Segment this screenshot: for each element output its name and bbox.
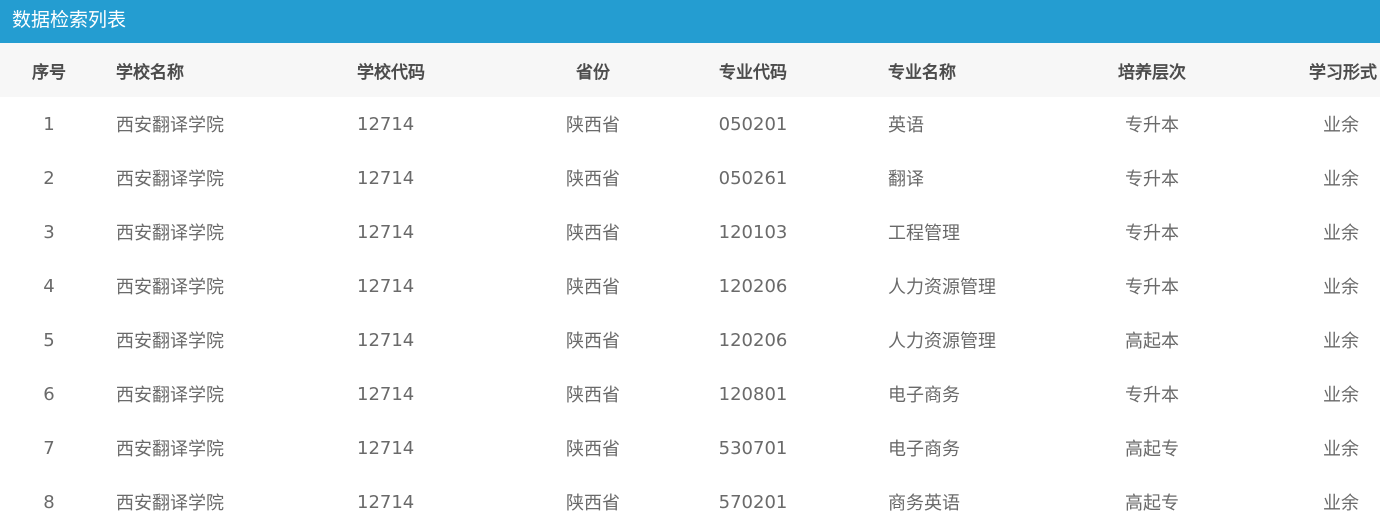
panel-header: 数据检索列表: [0, 0, 1380, 43]
cell-major-name: 翻译: [888, 169, 924, 190]
table-row: 8 西安翻译学院 12714 陕西省 570201 商务英语 高起专 业余: [0, 475, 1380, 526]
cell-study-mode: 业余: [1323, 169, 1359, 190]
cell-index: 8: [43, 491, 55, 513]
table-row: 4 西安翻译学院 12714 陕西省 120206 人力资源管理 专升本 业余: [0, 259, 1380, 313]
cell-training-level: 专升本: [1125, 115, 1179, 136]
column-header-training-level: 培养层次: [1079, 43, 1225, 97]
cell-index: 2: [43, 167, 55, 189]
cell-major-code: 120206: [718, 329, 788, 351]
cell-major-name: 商务英语: [888, 493, 960, 514]
cell-major-name: 电子商务: [888, 439, 960, 460]
table-row: 3 西安翻译学院 12714 陕西省 120103 工程管理 专升本 业余: [0, 205, 1380, 259]
cell-index: 7: [43, 437, 55, 459]
column-header-school-code: 学校代码: [338, 43, 518, 97]
cell-province: 陕西省: [566, 277, 620, 298]
cell-school-name: 西安翻译学院: [116, 169, 224, 190]
cell-major-name: 人力资源管理: [888, 277, 996, 298]
table-row: 6 西安翻译学院 12714 陕西省 120801 电子商务 专升本 业余: [0, 367, 1380, 421]
cell-school-name: 西安翻译学院: [116, 439, 224, 460]
cell-major-code: 050261: [718, 167, 788, 189]
table-row: 2 西安翻译学院 12714 陕西省 050261 翻译 专升本 业余: [0, 151, 1380, 205]
cell-training-level: 专升本: [1125, 169, 1179, 190]
cell-index: 6: [43, 383, 55, 405]
results-table: 序号 学校名称 学校代码 省份 专业代码 专业名称 培养层次 学习形式 1 西安…: [0, 43, 1380, 526]
cell-school-name: 西安翻译学院: [116, 385, 224, 406]
cell-school-name: 西安翻译学院: [116, 277, 224, 298]
cell-major-code: 120206: [718, 275, 788, 297]
cell-school-code: 12714: [357, 275, 415, 297]
cell-school-code: 12714: [357, 329, 415, 351]
cell-study-mode: 业余: [1323, 385, 1359, 406]
cell-study-mode: 业余: [1323, 223, 1359, 244]
cell-province: 陕西省: [566, 331, 620, 352]
cell-training-level: 专升本: [1125, 277, 1179, 298]
cell-major-name: 工程管理: [888, 223, 960, 244]
cell-province: 陕西省: [566, 385, 620, 406]
cell-study-mode: 业余: [1323, 115, 1359, 136]
table-row: 1 西安翻译学院 12714 陕西省 050201 英语 专升本 业余: [0, 97, 1380, 151]
table-header-row: 序号 学校名称 学校代码 省份 专业代码 专业名称 培养层次 学习形式: [0, 43, 1380, 97]
cell-major-code: 120103: [718, 221, 788, 243]
cell-study-mode: 业余: [1323, 493, 1359, 514]
panel-title: 数据检索列表: [12, 9, 127, 31]
column-header-major-code: 专业代码: [668, 43, 838, 97]
table-row: 5 西安翻译学院 12714 陕西省 120206 人力资源管理 高起本 业余: [0, 313, 1380, 367]
cell-major-name: 人力资源管理: [888, 331, 996, 352]
cell-major-name: 电子商务: [888, 385, 960, 406]
cell-major-code: 120801: [718, 383, 788, 405]
column-header-index: 序号: [0, 43, 98, 97]
cell-school-code: 12714: [357, 113, 415, 135]
cell-training-level: 高起本: [1125, 331, 1179, 352]
cell-province: 陕西省: [566, 223, 620, 244]
table-row: 7 西安翻译学院 12714 陕西省 530701 电子商务 高起专 业余: [0, 421, 1380, 475]
column-header-province: 省份: [518, 43, 668, 97]
cell-province: 陕西省: [566, 115, 620, 136]
cell-major-code: 530701: [718, 437, 788, 459]
cell-study-mode: 业余: [1323, 331, 1359, 352]
cell-index: 4: [43, 275, 55, 297]
cell-province: 陕西省: [566, 169, 620, 190]
cell-study-mode: 业余: [1323, 277, 1359, 298]
cell-province: 陕西省: [566, 493, 620, 514]
cell-major-code: 050201: [718, 113, 788, 135]
column-header-study-mode: 学习形式: [1225, 43, 1380, 97]
column-header-school-name: 学校名称: [98, 43, 338, 97]
cell-school-code: 12714: [357, 437, 415, 459]
cell-index: 5: [43, 329, 55, 351]
cell-school-name: 西安翻译学院: [116, 115, 224, 136]
cell-major-code: 570201: [718, 491, 788, 513]
cell-school-code: 12714: [357, 221, 415, 243]
cell-training-level: 专升本: [1125, 385, 1179, 406]
data-search-panel: 数据检索列表 序号 学校名称 学校代码 省份 专业代码 专业名称 培养层次 学习…: [0, 0, 1380, 526]
cell-index: 3: [43, 221, 55, 243]
cell-province: 陕西省: [566, 439, 620, 460]
cell-major-name: 英语: [888, 115, 924, 136]
cell-training-level: 专升本: [1125, 223, 1179, 244]
cell-school-code: 12714: [357, 383, 415, 405]
cell-training-level: 高起专: [1125, 493, 1179, 514]
cell-school-name: 西安翻译学院: [116, 331, 224, 352]
cell-index: 1: [43, 113, 55, 135]
cell-study-mode: 业余: [1323, 439, 1359, 460]
cell-training-level: 高起专: [1125, 439, 1179, 460]
cell-school-name: 西安翻译学院: [116, 223, 224, 244]
column-header-major-name: 专业名称: [838, 43, 1079, 97]
cell-school-name: 西安翻译学院: [116, 493, 224, 514]
cell-school-code: 12714: [357, 167, 415, 189]
cell-school-code: 12714: [357, 491, 415, 513]
